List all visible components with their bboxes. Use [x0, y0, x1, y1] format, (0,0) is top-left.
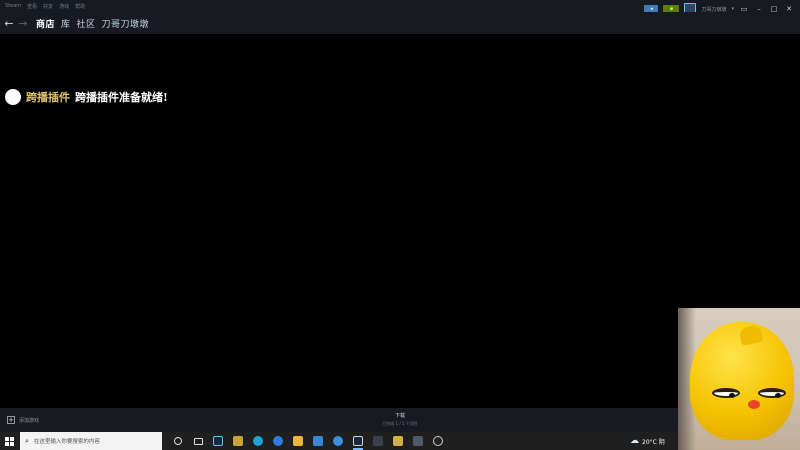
windows-logo-icon: [4, 436, 14, 446]
taskbar-search[interactable]: ⌕ 在这里输入你要搜索的内容: [20, 432, 162, 450]
app-icon[interactable]: [408, 432, 428, 450]
steam-menu: Steam 查看 好友 游戏 帮助: [5, 3, 85, 10]
app-icon[interactable]: [228, 432, 248, 450]
task-view-icon[interactable]: [168, 432, 188, 450]
plugin-ready-notice: 跨播插件 跨播插件准备就绪!: [5, 89, 168, 105]
notice-brand: 跨播插件: [26, 91, 70, 104]
system-tray: ☁ 20°C 阴: [630, 432, 665, 450]
cloud-icon[interactable]: ☁: [630, 436, 639, 446]
search-icon: ⌕: [25, 436, 29, 445]
store-icon[interactable]: [328, 432, 348, 450]
multitask-icon[interactable]: [188, 432, 208, 450]
tab-store[interactable]: 商店: [36, 17, 55, 30]
add-game-button[interactable]: + 添加游戏: [7, 416, 39, 424]
webcam-overlay: [678, 308, 800, 450]
download-progress-text: 已完成 1 / 1 个项目: [382, 421, 418, 426]
download-title: 下载: [394, 413, 405, 419]
mail-icon[interactable]: [308, 432, 328, 450]
tab-profile[interactable]: 刀哥刀墩墩: [102, 17, 150, 30]
duck-left-eye: [712, 388, 740, 398]
duck-beak: [748, 400, 760, 409]
add-game-label: 添加游戏: [19, 417, 40, 424]
edge-icon[interactable]: [248, 432, 268, 450]
steam-icon[interactable]: [208, 432, 228, 450]
forward-arrow-icon[interactable]: →: [16, 17, 30, 30]
folder-icon[interactable]: [288, 432, 308, 450]
app-icon[interactable]: [388, 432, 408, 450]
plus-icon: +: [7, 416, 15, 424]
search-placeholder: 在这里输入你要搜索的内容: [33, 439, 100, 445]
weather-temperature[interactable]: 20°C 阴: [642, 437, 665, 446]
tab-library[interactable]: 库: [61, 17, 71, 30]
back-arrow-icon[interactable]: ←: [2, 17, 16, 30]
downloads-status[interactable]: 下载 已完成 1 / 1 个项目: [360, 412, 440, 427]
app-icon[interactable]: [368, 432, 388, 450]
start-button[interactable]: [0, 432, 18, 450]
notice-message: 跨播插件准备就绪!: [75, 91, 168, 104]
browser-icon[interactable]: [268, 432, 288, 450]
steam-nav-bar: ← → 商店 库 社区 刀哥刀墩墩: [0, 12, 800, 34]
duck-figurine: [690, 322, 794, 440]
menu-view[interactable]: 查看: [27, 3, 37, 10]
app-icon[interactable]: [428, 432, 448, 450]
tab-community[interactable]: 社区: [77, 17, 96, 30]
status-dot-icon: [5, 89, 21, 105]
menu-games[interactable]: 游戏: [59, 3, 69, 10]
menu-help[interactable]: 帮助: [75, 3, 85, 10]
duck-tuft: [738, 323, 764, 347]
taskbar-pinned-apps: [168, 432, 448, 450]
menu-steam[interactable]: Steam: [5, 3, 21, 10]
duck-right-eye: [758, 388, 786, 398]
menu-friends[interactable]: 好友: [43, 3, 53, 10]
steam-icon[interactable]: [348, 432, 368, 450]
